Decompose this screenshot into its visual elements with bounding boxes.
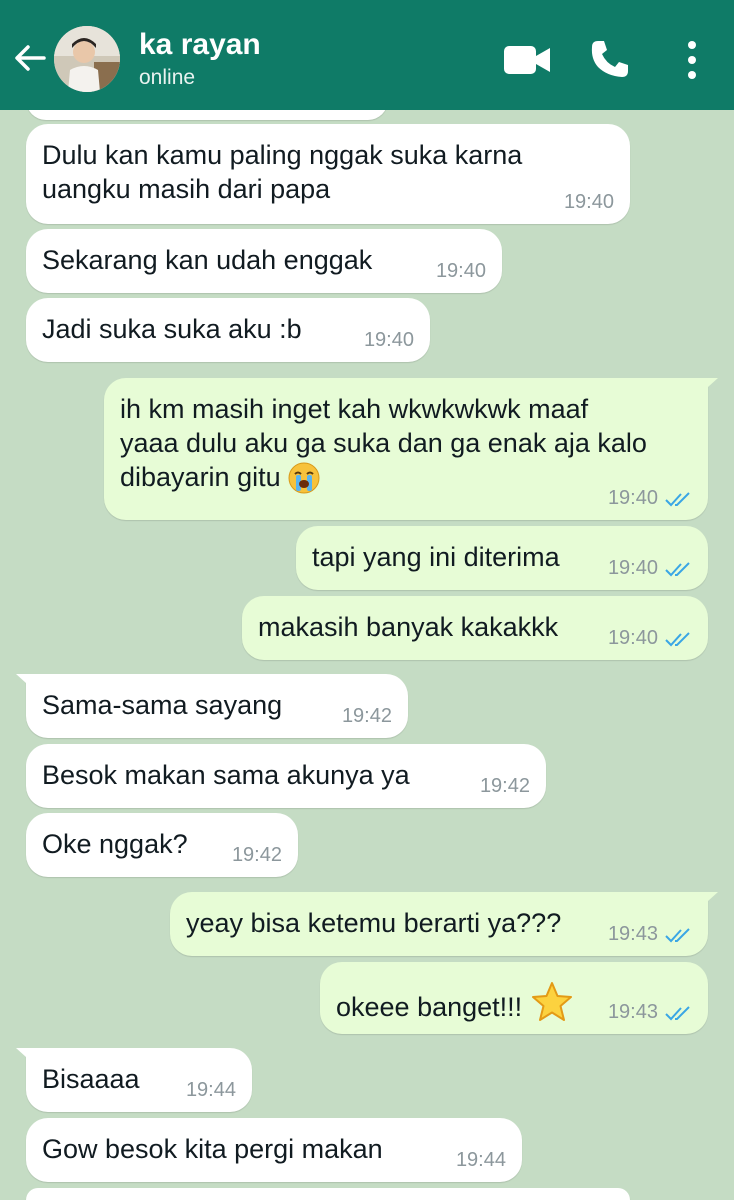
- message-time: 19:40: [607, 627, 658, 649]
- message-time: 19:44: [455, 1149, 506, 1171]
- message-time: 19:44: [185, 1079, 236, 1101]
- read-receipt-icon: [665, 1006, 690, 1021]
- message-text: Sama-sama sayang: [42, 690, 283, 720]
- crying-face-emoji: [288, 462, 320, 494]
- message-text: Bisaaaa: [42, 1064, 140, 1094]
- message-time: 19:43: [607, 923, 658, 945]
- message-time: 19:42: [479, 775, 530, 797]
- more-options-icon[interactable]: [680, 38, 704, 82]
- message-bubble-incoming[interactable]: Bisaaaa 19:44: [16, 1048, 252, 1112]
- avatar[interactable]: [54, 26, 120, 92]
- message-bubble-incoming[interactable]: Besok makan sama akunya ya 19:42: [26, 744, 546, 808]
- message-bubble-outgoing[interactable]: yeay bisa ketemu berarti ya??? 19:43: [170, 892, 718, 956]
- message-time: 19:40: [563, 191, 614, 213]
- bubble-tail: [698, 378, 718, 396]
- message-bubble-incoming[interactable]: Sama-sama sayang 19:42: [16, 674, 408, 738]
- chat-header: ka rayan online: [0, 0, 734, 110]
- message-bubble-partial[interactable]: [26, 1188, 630, 1200]
- message-text: Besok makan sama akunya ya: [42, 760, 410, 790]
- message-text: okeee banget!!!: [336, 980, 574, 1024]
- message-bubble-outgoing[interactable]: okeee banget!!! 19:43: [320, 962, 708, 1034]
- message-time: 19:43: [607, 1001, 658, 1023]
- message-time: 19:40: [435, 260, 486, 282]
- message-bubble-incoming[interactable]: Dulu kan kamu paling nggak suka karna ua…: [26, 124, 630, 224]
- message-bubble-outgoing[interactable]: tapi yang ini diterima 19:40: [296, 526, 708, 590]
- read-receipt-icon: [665, 562, 690, 577]
- message-text: Oke nggak?: [42, 829, 188, 859]
- message-bubble-incoming[interactable]: Oke nggak? 19:42: [26, 813, 298, 877]
- message-time: 19:40: [607, 487, 658, 509]
- message-bubble-incoming[interactable]: Sekarang kan udah enggak 19:40: [26, 229, 502, 293]
- chat-area[interactable]: Dulu kan kamu paling nggak suka karna ua…: [0, 0, 734, 1200]
- back-arrow-icon[interactable]: [10, 38, 50, 78]
- read-receipt-icon: [665, 928, 690, 943]
- bubble-tail: [16, 674, 36, 692]
- read-receipt-icon: [665, 492, 690, 507]
- contact-status: online: [139, 66, 196, 89]
- message-text: ih km masih inget kah wkwkwkwk maaf yaaa…: [120, 394, 647, 494]
- star-emoji: [531, 982, 572, 1021]
- profile-photo: [54, 26, 120, 92]
- message-text: yeay bisa ketemu berarti ya???: [186, 908, 562, 938]
- bubble-tail: [698, 892, 718, 910]
- message-bubble-incoming[interactable]: Jadi suka suka aku :b 19:40: [26, 298, 430, 362]
- message-text: makasih banyak kakakkk: [258, 612, 559, 642]
- message-time: 19:40: [363, 329, 414, 351]
- message-bubble-incoming[interactable]: Gow besok kita pergi makan 19:44: [26, 1118, 522, 1182]
- message-time: 19:40: [607, 557, 658, 579]
- message-time: 19:42: [231, 844, 282, 866]
- contact-name[interactable]: ka rayan: [139, 28, 261, 62]
- video-call-icon[interactable]: [502, 40, 552, 80]
- message-bubble-outgoing[interactable]: makasih banyak kakakkk 19:40: [242, 596, 708, 660]
- message-text: Jadi suka suka aku :b: [42, 314, 302, 344]
- message-bubble-outgoing[interactable]: ih km masih inget kah wkwkwkwk maaf yaaa…: [104, 378, 718, 520]
- voice-call-icon[interactable]: [589, 38, 631, 80]
- message-text: Sekarang kan udah enggak: [42, 245, 373, 275]
- message-text: Gow besok kita pergi makan: [42, 1134, 383, 1164]
- message-time: 19:42: [341, 705, 392, 727]
- bubble-tail: [16, 1048, 36, 1066]
- read-receipt-icon: [665, 632, 690, 647]
- message-text: tapi yang ini diterima: [312, 542, 560, 572]
- message-text: Dulu kan kamu paling nggak suka karna ua…: [42, 140, 523, 204]
